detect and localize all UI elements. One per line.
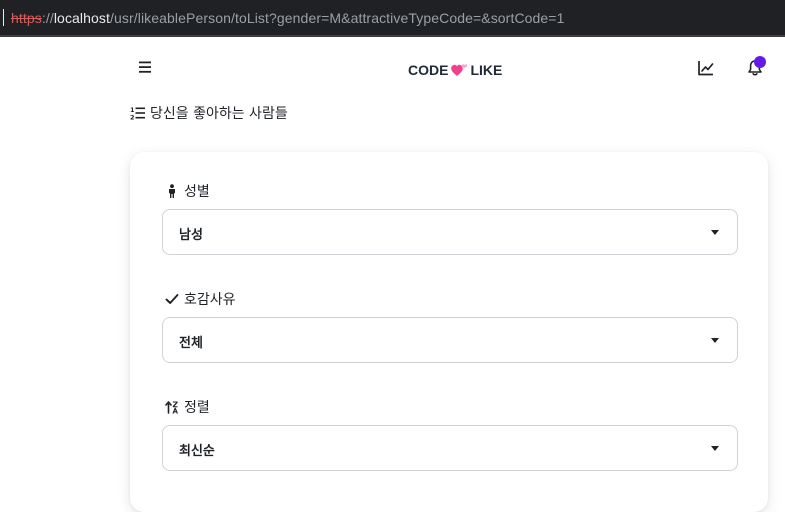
page-title: 1 2 당신을 좋아하는 사람들 — [130, 103, 288, 123]
check-icon — [165, 294, 179, 304]
person-icon — [169, 184, 175, 198]
reason-label-text: 호감사유 — [184, 292, 236, 308]
url-scheme: https — [11, 10, 42, 26]
sort-label: 정렬 — [165, 397, 210, 417]
url-caret — [3, 9, 4, 26]
hamburger-icon — [139, 61, 151, 73]
reason-label: 호감사유 — [165, 289, 236, 309]
top-navbar: CODE LIKE — [0, 37, 785, 101]
sort-icon — [165, 401, 178, 414]
page-title-text: 당신을 좋아하는 사람들 — [150, 106, 288, 122]
gender-label: 성별 — [165, 181, 210, 201]
site-logo[interactable]: CODE LIKE — [408, 60, 502, 80]
browser-url-bar[interactable]: https://localhost/usr/likeablePerson/toL… — [0, 0, 785, 37]
line-chart-icon — [698, 61, 714, 76]
sort-select[interactable]: 최신순 — [162, 425, 738, 471]
url-host: localhost — [53, 10, 110, 26]
reason-select[interactable]: 전체 — [162, 317, 738, 363]
filter-card: 성별 남성 호감사유 전체 정렬 최신순 — [130, 152, 768, 512]
list-ordered-icon: 1 2 — [130, 106, 145, 122]
chevron-down-icon — [711, 446, 719, 451]
gender-select[interactable]: 남성 — [162, 209, 738, 255]
logo-text-left: CODE — [408, 62, 449, 78]
url-text[interactable]: https://localhost/usr/likeablePerson/toL… — [11, 10, 564, 26]
url-separator: :// — [41, 10, 54, 26]
sort-select-value: 최신순 — [179, 444, 215, 459]
chevron-down-icon — [711, 338, 719, 343]
gender-select-value: 남성 — [179, 228, 203, 243]
logo-text-right: LIKE — [470, 62, 503, 78]
notification-badge-dot — [754, 56, 766, 68]
menu-button[interactable] — [136, 57, 156, 77]
url-path: /usr/likeablePerson/toList?gender=M&attr… — [110, 10, 565, 26]
heart-logo-icon — [451, 64, 468, 76]
sort-label-text: 정렬 — [184, 400, 210, 416]
chevron-down-icon — [711, 230, 719, 235]
stats-button[interactable] — [697, 59, 715, 77]
gender-label-text: 성별 — [184, 184, 210, 200]
reason-select-value: 전체 — [179, 336, 203, 351]
svg-text:2: 2 — [130, 114, 135, 122]
